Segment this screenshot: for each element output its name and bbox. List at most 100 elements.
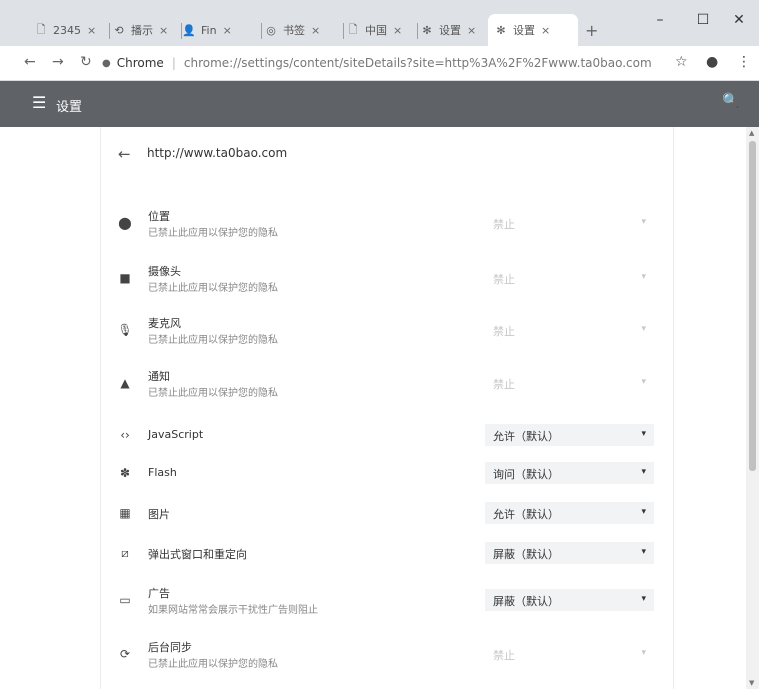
permission-value: 禁止 (493, 218, 515, 231)
image-icon: ▦ (119, 506, 131, 520)
tab-close-icon[interactable]: × (223, 24, 232, 37)
permission-select: 禁止 ▾ (485, 267, 654, 289)
permission-name: Flash (148, 466, 177, 479)
permission-name: 后台同步 (148, 641, 192, 654)
maximize-button[interactable]: ☐ (688, 12, 718, 28)
permission-name: 摄像头 (148, 265, 181, 278)
permission-name: 位置 (148, 210, 170, 223)
microphone-icon: 🎙 (117, 323, 133, 337)
permission-description: 如果网站常常会展示干扰性广告则阻止 (148, 605, 318, 616)
chevron-down-icon: ▾ (641, 217, 646, 227)
chevron-down-icon: ▾ (641, 467, 646, 477)
chevron-down-icon: ▾ (641, 547, 646, 557)
permission-select[interactable]: 允许（默认） ▾ (485, 424, 654, 446)
forward-button[interactable]: → (52, 54, 64, 70)
permission-name: JavaScript (148, 428, 204, 441)
scroll-up-icon[interactable]: ▲ (749, 129, 754, 137)
star-icon[interactable]: ☆ (675, 54, 688, 70)
permission-row: ⧄ 弹出式窗口和重定向 屏蔽（默认） ▾ (114, 540, 654, 580)
tab-close-icon[interactable]: × (541, 24, 550, 37)
settings-header: ☰ 设置 🔍 (0, 81, 759, 127)
permission-description: 已禁止此应用以保护您的隐私 (148, 335, 278, 346)
tab-close-icon[interactable]: × (467, 24, 476, 37)
tab-close-icon[interactable]: × (159, 24, 168, 37)
permission-description: 已禁止此应用以保护您的隐私 (148, 659, 278, 670)
permission-value: 询问（默认） (493, 468, 559, 481)
profile-icon[interactable]: ● (706, 54, 718, 70)
menu-icon[interactable]: ⋮ (737, 54, 751, 70)
tab-3[interactable]: 👤 Fin × (176, 14, 262, 46)
permission-select[interactable]: 询问（默认） ▾ (485, 462, 654, 484)
scrollbar[interactable]: ▲ ▼ (746, 127, 759, 689)
permission-name: 麦克风 (148, 317, 181, 330)
close-window-button[interactable]: ✕ (724, 12, 754, 28)
permission-name: 图片 (148, 508, 170, 521)
page-icon: 🗋 (348, 22, 358, 36)
tab-close-icon[interactable]: × (393, 24, 402, 37)
permission-select[interactable]: 允许（默认） ▾ (485, 502, 654, 524)
site-url: http://www.ta0bao.com (147, 146, 288, 160)
omnibox-divider: | (171, 56, 176, 70)
ads-icon: ▭ (119, 593, 131, 607)
search-icon[interactable]: 🔍 (722, 93, 739, 109)
tab-4[interactable]: ◎ 书签 × (258, 14, 344, 46)
permission-row: ▲ 通知 已禁止此应用以保护您的隐私 禁止 ▾ (114, 366, 654, 406)
location-icon: ⬤ (118, 216, 132, 230)
tab-strip: + – ☐ ✕ 🗋 2345 × ⟲ 播示 × 👤 Fin × ◎ 书签 × 🗋 中国 × ✻ 设置 × ✻ 设置 × (0, 0, 759, 46)
chevron-down-icon: ▾ (641, 377, 646, 387)
tab-5[interactable]: 🗋 中国 × (340, 14, 418, 46)
permission-description: 已禁止此应用以保护您的隐私 (148, 388, 278, 399)
address-bar[interactable]: ● Chrome | chrome://settings/content/sit… (102, 50, 660, 76)
page-title: 设置 (56, 100, 83, 115)
permission-row: ⟳ 后台同步 已禁止此应用以保护您的隐私 禁止 ▾ (114, 637, 654, 677)
permission-value: 禁止 (493, 378, 515, 391)
chevron-down-icon: ▾ (641, 594, 646, 604)
chevron-down-icon: ▾ (641, 507, 646, 517)
permission-value: 允许（默认） (493, 430, 559, 443)
back-arrow-icon[interactable]: ← (118, 145, 131, 163)
tab-title: 中国 (365, 24, 387, 37)
tab-title: 书签 (283, 24, 305, 37)
permission-description: 已禁止此应用以保护您的隐私 (148, 228, 278, 239)
permission-value: 允许（默认） (493, 508, 559, 521)
permission-description: 已禁止此应用以保护您的隐私 (148, 283, 278, 294)
history-icon: ⟲ (114, 23, 124, 37)
new-tab-button[interactable]: + (585, 21, 598, 40)
scrollbar-thumb[interactable] (749, 141, 756, 471)
browser-toolbar: ← → ↻ ● Chrome | chrome://settings/conte… (0, 46, 759, 81)
permission-value: 禁止 (493, 325, 515, 338)
permission-row: ▭ 广告如果网站常常会展示干扰性广告则阻止 屏蔽（默认） ▾ (114, 583, 654, 623)
tab-2[interactable]: ⟲ 播示 × (106, 14, 182, 46)
permission-name: 弹出式窗口和重定向 (148, 548, 247, 561)
permission-row: ‹› JavaScript 允许（默认） ▾ (114, 422, 654, 462)
permission-select[interactable]: 屏蔽（默认） ▾ (485, 589, 654, 611)
tab-6[interactable]: ✻ 设置 × (414, 14, 490, 46)
code-icon: ‹› (120, 428, 130, 442)
tab-close-icon[interactable]: × (87, 24, 96, 37)
permission-select: 禁止 ▾ (485, 212, 654, 234)
hamburger-menu-icon[interactable]: ☰ (32, 93, 46, 112)
omnibox-origin: Chrome (116, 56, 164, 70)
camera-icon: ■ (119, 271, 131, 285)
permission-value: 禁止 (493, 273, 515, 286)
permission-row: 🎙 麦克风已禁止此应用以保护您的隐私 禁止 ▾ (114, 313, 654, 353)
tab-close-icon[interactable]: × (311, 24, 320, 37)
minimize-button[interactable]: – (645, 12, 675, 28)
permission-value: 屏蔽（默认） (493, 548, 559, 561)
chevron-down-icon: ▾ (641, 648, 646, 658)
tab-1[interactable]: 🗋 2345 × (28, 14, 110, 46)
back-button[interactable]: ← (24, 54, 36, 70)
permission-row: ▦ 图片 允许（默认） ▾ (114, 500, 654, 540)
permission-select[interactable]: 屏蔽（默认） ▾ (485, 542, 654, 564)
scroll-down-icon[interactable]: ▼ (749, 679, 754, 687)
permission-row: ⬤ 位置已禁止此应用以保护您的隐私 禁止 ▾ (114, 206, 654, 246)
chevron-down-icon: ▾ (641, 272, 646, 282)
popup-icon: ⧄ (121, 546, 129, 560)
chrome-icon: ◎ (266, 23, 276, 37)
permission-row: ✽ Flash 询问（默认） ▾ (114, 460, 654, 500)
tab-7[interactable]: ✻ 设置 × (488, 14, 578, 46)
permission-select: 禁止 ▾ (485, 319, 654, 341)
chevron-down-icon: ▾ (641, 324, 646, 334)
permission-name: 广告 (148, 587, 170, 600)
reload-button[interactable]: ↻ (80, 54, 92, 70)
